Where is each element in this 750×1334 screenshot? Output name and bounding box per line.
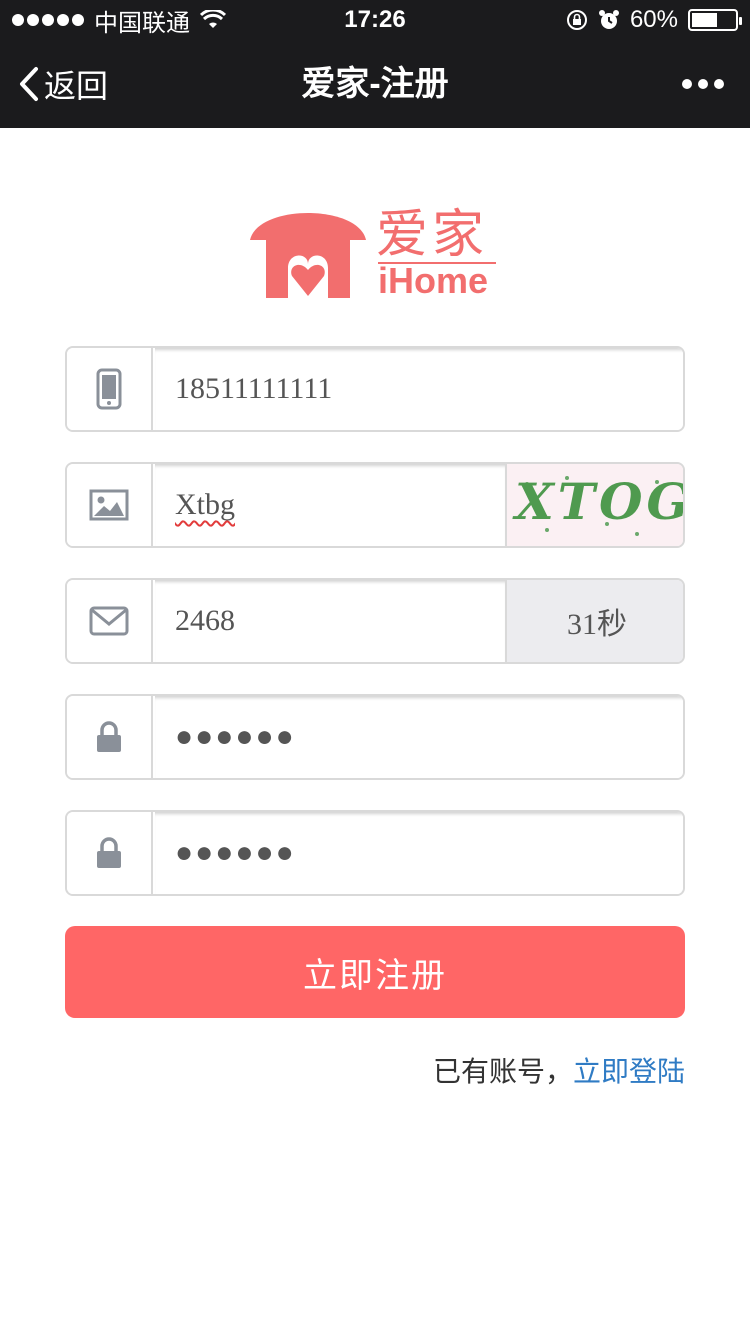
- envelope-icon: [89, 606, 129, 636]
- ihome-logo: 爱家 iHome: [248, 192, 508, 302]
- image-code-row: Xtbg XTOG: [65, 462, 685, 548]
- sms-countdown-button[interactable]: 31秒: [505, 580, 683, 662]
- logo-chinese-text: 爱家: [376, 205, 489, 265]
- phone-icon-cell: [67, 348, 153, 430]
- alarm-icon: [598, 10, 619, 29]
- login-link[interactable]: 立即登陆: [573, 1050, 685, 1090]
- status-right: 60%: [566, 0, 742, 40]
- rotation-lock-icon: [566, 10, 587, 30]
- captcha-image[interactable]: XTOG: [505, 464, 685, 546]
- nav-bar: 返回 爱家-注册: [0, 40, 750, 128]
- captcha-text: XTOG: [515, 472, 685, 531]
- more-dot-icon: [682, 79, 692, 89]
- password-row: ●●●●●●: [65, 694, 685, 780]
- confirm-password-mask: ●●●●●●: [175, 836, 296, 869]
- confirm-password-row: ●●●●●●: [65, 810, 685, 896]
- more-dot-icon: [714, 79, 724, 89]
- page-title: 爱家-注册: [301, 65, 449, 103]
- lock-icon: [97, 837, 121, 868]
- envelope-icon-cell: [67, 580, 153, 662]
- back-label: 返回: [44, 68, 109, 104]
- more-menu-button[interactable]: [682, 40, 724, 128]
- phone-input[interactable]: [155, 348, 683, 430]
- confirm-password-input[interactable]: ●●●●●●: [155, 812, 683, 894]
- chevron-left-icon: [20, 67, 38, 101]
- mobile-phone-icon: [96, 368, 122, 410]
- image-code-value: Xtbg: [175, 488, 235, 521]
- lock-icon: [97, 721, 121, 752]
- login-prompt: 已有账号， 立即登陆: [433, 1050, 685, 1090]
- image-icon: [89, 489, 129, 521]
- sms-code-input[interactable]: [155, 580, 505, 662]
- phone-row: [65, 346, 685, 432]
- sms-code-row: 31秒: [65, 578, 685, 664]
- logo-english-text: iHome: [378, 260, 489, 301]
- lock-icon-cell: [67, 696, 153, 778]
- battery-percent: 60%: [629, 6, 678, 33]
- image-code-input[interactable]: Xtbg: [155, 464, 505, 546]
- lock-icon-cell: [67, 812, 153, 894]
- register-button[interactable]: 立即注册: [65, 926, 685, 1018]
- back-button[interactable]: 返回: [18, 40, 108, 128]
- status-bar: 中国联通 17:26 60%: [0, 0, 750, 40]
- image-icon-cell: [67, 464, 153, 546]
- more-dot-icon: [698, 79, 708, 89]
- battery-icon: [688, 9, 742, 31]
- house-heart-logo-icon: [250, 213, 366, 298]
- password-mask: ●●●●●●: [175, 720, 296, 753]
- password-input[interactable]: ●●●●●●: [155, 696, 683, 778]
- login-prompt-text: 已有账号，: [432, 1056, 573, 1087]
